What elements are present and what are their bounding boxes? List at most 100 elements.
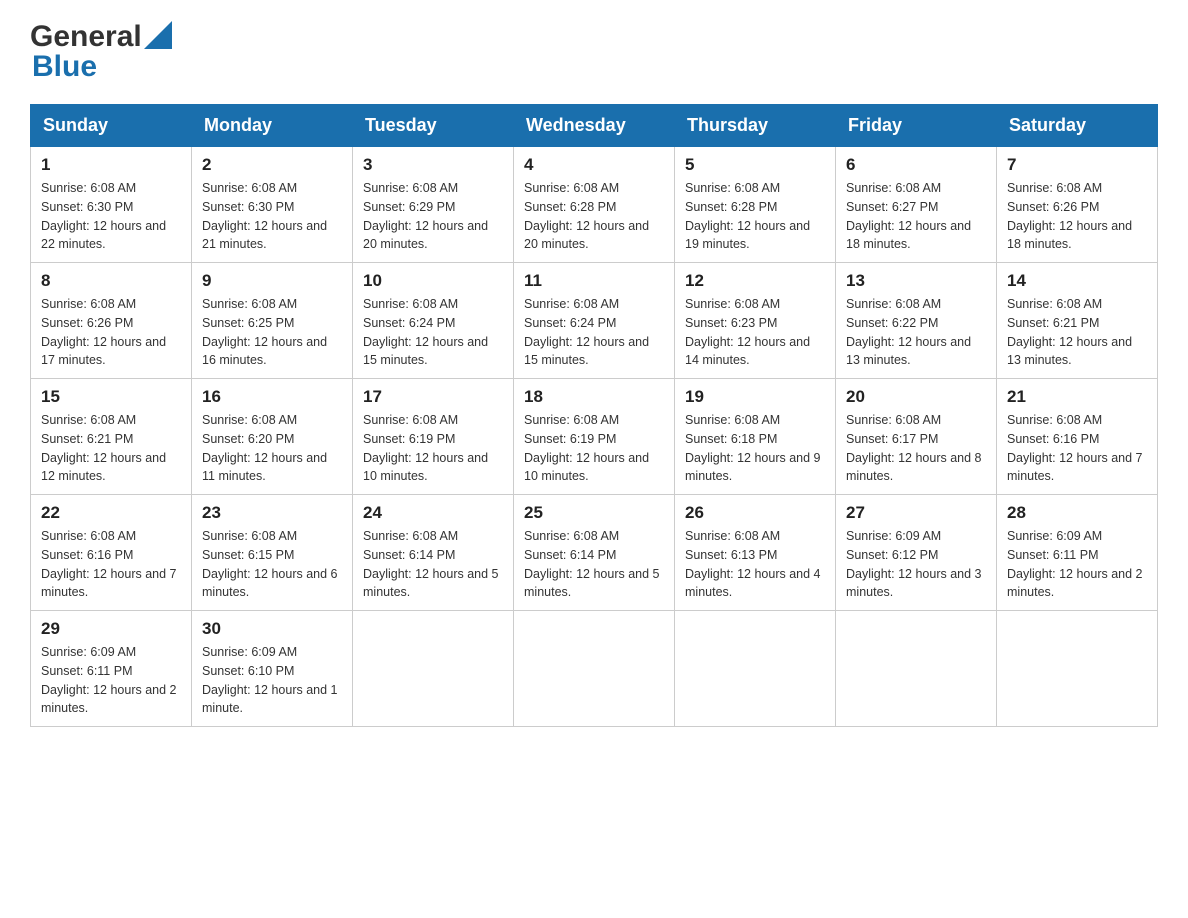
day-cell: 1 Sunrise: 6:08 AMSunset: 6:30 PMDayligh… (31, 147, 192, 263)
week-row-5: 29 Sunrise: 6:09 AMSunset: 6:11 PMDaylig… (31, 611, 1158, 727)
day-info: Sunrise: 6:08 AMSunset: 6:17 PMDaylight:… (846, 413, 982, 483)
day-cell (997, 611, 1158, 727)
day-info: Sunrise: 6:08 AMSunset: 6:28 PMDaylight:… (685, 181, 810, 251)
weekday-header-row: SundayMondayTuesdayWednesdayThursdayFrid… (31, 105, 1158, 147)
day-info: Sunrise: 6:08 AMSunset: 6:15 PMDaylight:… (202, 529, 338, 599)
weekday-header-thursday: Thursday (675, 105, 836, 147)
day-info: Sunrise: 6:08 AMSunset: 6:20 PMDaylight:… (202, 413, 327, 483)
day-info: Sunrise: 6:08 AMSunset: 6:21 PMDaylight:… (1007, 297, 1132, 367)
day-info: Sunrise: 6:08 AMSunset: 6:14 PMDaylight:… (363, 529, 499, 599)
day-number: 19 (685, 387, 825, 407)
logo-triangle-icon (144, 21, 172, 49)
day-number: 14 (1007, 271, 1147, 291)
day-info: Sunrise: 6:09 AMSunset: 6:11 PMDaylight:… (1007, 529, 1143, 599)
logo: General Blue (30, 20, 172, 84)
day-cell: 23 Sunrise: 6:08 AMSunset: 6:15 PMDaylig… (192, 495, 353, 611)
day-cell: 29 Sunrise: 6:09 AMSunset: 6:11 PMDaylig… (31, 611, 192, 727)
day-number: 9 (202, 271, 342, 291)
day-info: Sunrise: 6:08 AMSunset: 6:30 PMDaylight:… (41, 181, 166, 251)
day-info: Sunrise: 6:08 AMSunset: 6:30 PMDaylight:… (202, 181, 327, 251)
day-cell: 25 Sunrise: 6:08 AMSunset: 6:14 PMDaylig… (514, 495, 675, 611)
day-cell: 13 Sunrise: 6:08 AMSunset: 6:22 PMDaylig… (836, 263, 997, 379)
week-row-4: 22 Sunrise: 6:08 AMSunset: 6:16 PMDaylig… (31, 495, 1158, 611)
logo-general-text: General (30, 20, 142, 54)
weekday-header-friday: Friday (836, 105, 997, 147)
day-info: Sunrise: 6:08 AMSunset: 6:26 PMDaylight:… (1007, 181, 1132, 251)
day-cell: 20 Sunrise: 6:08 AMSunset: 6:17 PMDaylig… (836, 379, 997, 495)
day-info: Sunrise: 6:08 AMSunset: 6:16 PMDaylight:… (1007, 413, 1143, 483)
weekday-header-saturday: Saturday (997, 105, 1158, 147)
day-info: Sunrise: 6:08 AMSunset: 6:24 PMDaylight:… (363, 297, 488, 367)
day-cell: 11 Sunrise: 6:08 AMSunset: 6:24 PMDaylig… (514, 263, 675, 379)
day-number: 8 (41, 271, 181, 291)
day-info: Sunrise: 6:08 AMSunset: 6:28 PMDaylight:… (524, 181, 649, 251)
day-cell: 14 Sunrise: 6:08 AMSunset: 6:21 PMDaylig… (997, 263, 1158, 379)
day-info: Sunrise: 6:08 AMSunset: 6:23 PMDaylight:… (685, 297, 810, 367)
day-number: 30 (202, 619, 342, 639)
day-cell: 30 Sunrise: 6:09 AMSunset: 6:10 PMDaylig… (192, 611, 353, 727)
logo-blue-text: Blue (32, 50, 97, 84)
day-number: 1 (41, 155, 181, 175)
day-info: Sunrise: 6:08 AMSunset: 6:22 PMDaylight:… (846, 297, 971, 367)
weekday-header-tuesday: Tuesday (353, 105, 514, 147)
day-number: 25 (524, 503, 664, 523)
page-header: General Blue (30, 20, 1158, 84)
day-cell (675, 611, 836, 727)
day-number: 3 (363, 155, 503, 175)
day-number: 22 (41, 503, 181, 523)
day-info: Sunrise: 6:08 AMSunset: 6:29 PMDaylight:… (363, 181, 488, 251)
day-cell: 5 Sunrise: 6:08 AMSunset: 6:28 PMDayligh… (675, 147, 836, 263)
day-info: Sunrise: 6:08 AMSunset: 6:16 PMDaylight:… (41, 529, 177, 599)
day-cell: 3 Sunrise: 6:08 AMSunset: 6:29 PMDayligh… (353, 147, 514, 263)
day-info: Sunrise: 6:08 AMSunset: 6:26 PMDaylight:… (41, 297, 166, 367)
day-info: Sunrise: 6:08 AMSunset: 6:27 PMDaylight:… (846, 181, 971, 251)
day-cell (514, 611, 675, 727)
day-number: 4 (524, 155, 664, 175)
day-number: 20 (846, 387, 986, 407)
day-info: Sunrise: 6:09 AMSunset: 6:11 PMDaylight:… (41, 645, 177, 715)
day-info: Sunrise: 6:08 AMSunset: 6:25 PMDaylight:… (202, 297, 327, 367)
day-number: 5 (685, 155, 825, 175)
day-info: Sunrise: 6:08 AMSunset: 6:18 PMDaylight:… (685, 413, 821, 483)
day-cell: 10 Sunrise: 6:08 AMSunset: 6:24 PMDaylig… (353, 263, 514, 379)
day-number: 29 (41, 619, 181, 639)
day-cell: 27 Sunrise: 6:09 AMSunset: 6:12 PMDaylig… (836, 495, 997, 611)
day-number: 28 (1007, 503, 1147, 523)
day-cell: 15 Sunrise: 6:08 AMSunset: 6:21 PMDaylig… (31, 379, 192, 495)
day-cell: 21 Sunrise: 6:08 AMSunset: 6:16 PMDaylig… (997, 379, 1158, 495)
day-info: Sunrise: 6:08 AMSunset: 6:13 PMDaylight:… (685, 529, 821, 599)
day-info: Sunrise: 6:08 AMSunset: 6:24 PMDaylight:… (524, 297, 649, 367)
week-row-3: 15 Sunrise: 6:08 AMSunset: 6:21 PMDaylig… (31, 379, 1158, 495)
day-number: 2 (202, 155, 342, 175)
day-number: 21 (1007, 387, 1147, 407)
day-number: 11 (524, 271, 664, 291)
day-number: 13 (846, 271, 986, 291)
day-info: Sunrise: 6:08 AMSunset: 6:21 PMDaylight:… (41, 413, 166, 483)
day-number: 27 (846, 503, 986, 523)
day-cell: 12 Sunrise: 6:08 AMSunset: 6:23 PMDaylig… (675, 263, 836, 379)
day-number: 7 (1007, 155, 1147, 175)
day-cell: 16 Sunrise: 6:08 AMSunset: 6:20 PMDaylig… (192, 379, 353, 495)
day-cell: 18 Sunrise: 6:08 AMSunset: 6:19 PMDaylig… (514, 379, 675, 495)
day-number: 15 (41, 387, 181, 407)
week-row-2: 8 Sunrise: 6:08 AMSunset: 6:26 PMDayligh… (31, 263, 1158, 379)
day-cell: 9 Sunrise: 6:08 AMSunset: 6:25 PMDayligh… (192, 263, 353, 379)
day-cell: 28 Sunrise: 6:09 AMSunset: 6:11 PMDaylig… (997, 495, 1158, 611)
day-cell: 24 Sunrise: 6:08 AMSunset: 6:14 PMDaylig… (353, 495, 514, 611)
day-number: 26 (685, 503, 825, 523)
weekday-header-monday: Monday (192, 105, 353, 147)
day-number: 10 (363, 271, 503, 291)
day-cell: 19 Sunrise: 6:08 AMSunset: 6:18 PMDaylig… (675, 379, 836, 495)
calendar-table: SundayMondayTuesdayWednesdayThursdayFrid… (30, 104, 1158, 727)
day-number: 12 (685, 271, 825, 291)
day-number: 6 (846, 155, 986, 175)
week-row-1: 1 Sunrise: 6:08 AMSunset: 6:30 PMDayligh… (31, 147, 1158, 263)
day-info: Sunrise: 6:09 AMSunset: 6:12 PMDaylight:… (846, 529, 982, 599)
day-number: 16 (202, 387, 342, 407)
day-cell (353, 611, 514, 727)
day-number: 18 (524, 387, 664, 407)
day-number: 23 (202, 503, 342, 523)
day-info: Sunrise: 6:08 AMSunset: 6:14 PMDaylight:… (524, 529, 660, 599)
day-cell: 6 Sunrise: 6:08 AMSunset: 6:27 PMDayligh… (836, 147, 997, 263)
day-cell: 2 Sunrise: 6:08 AMSunset: 6:30 PMDayligh… (192, 147, 353, 263)
